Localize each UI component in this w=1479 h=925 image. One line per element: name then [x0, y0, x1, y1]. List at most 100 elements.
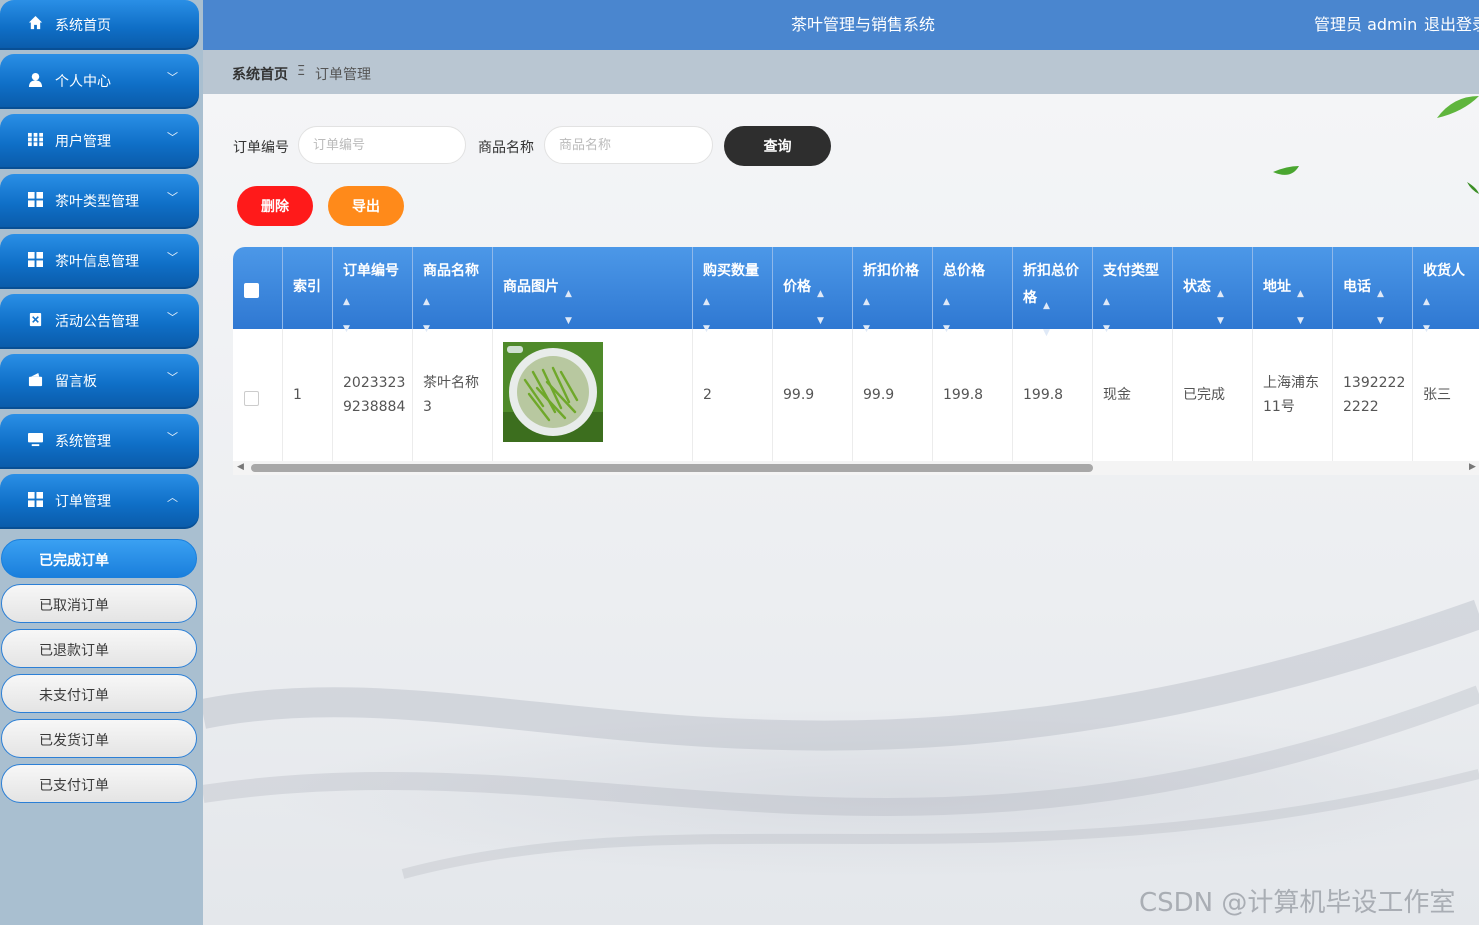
- current-user: 管理员 admin: [1314, 15, 1418, 34]
- sidebar: 系统首页 个人中心 ﹀ 用户管理 ﹀ 茶叶类型管理 ﹀ 茶叶信息管理 ﹀ 活动公…: [0, 0, 203, 925]
- select-all-checkbox[interactable]: [244, 283, 259, 298]
- cell-total-price: 199.8: [933, 329, 1013, 461]
- chevron-down-icon: ﹀: [167, 251, 178, 264]
- column-header-index[interactable]: 索引: [283, 247, 333, 329]
- row-checkbox[interactable]: [244, 391, 259, 406]
- column-header-phone[interactable]: 电话 ▲ ▼: [1333, 247, 1413, 329]
- sub-item-label: 未支付订单: [39, 688, 109, 704]
- cell-text: 1: [293, 387, 302, 403]
- sub-item-paid-orders[interactable]: 已支付订单: [1, 764, 197, 803]
- sub-item-refunded-orders[interactable]: 已退款订单: [1, 629, 197, 668]
- scrollbar-thumb[interactable]: [251, 464, 1093, 472]
- column-header-discount-total[interactable]: 折扣总价格 ▲ ▼: [1013, 247, 1093, 338]
- column-header-receiver[interactable]: 收货人 ▲ ▼: [1413, 247, 1479, 334]
- grid-icon: [28, 252, 43, 267]
- query-button[interactable]: 查询: [724, 126, 831, 166]
- cell-text: 2222: [1343, 399, 1379, 415]
- sub-item-unpaid-orders[interactable]: 未支付订单: [1, 674, 197, 713]
- breadcrumb-home[interactable]: 系统首页: [232, 64, 288, 84]
- cell-text: 99.9: [863, 387, 895, 403]
- cell-text: 199.8: [943, 387, 984, 403]
- column-header-address[interactable]: 地址 ▲ ▼: [1253, 247, 1333, 329]
- product-thumbnail-image[interactable]: [503, 342, 603, 442]
- column-header-discount-price[interactable]: 折扣价格 ▲ ▼: [853, 247, 933, 334]
- cell-text: 张三: [1423, 387, 1451, 403]
- sub-item-completed-orders[interactable]: 已完成订单: [1, 539, 197, 578]
- header-label: 索引: [293, 279, 321, 295]
- cell-text: 现金: [1103, 387, 1131, 403]
- sub-item-label: 已发货订单: [39, 733, 109, 749]
- header-label: 格: [1023, 290, 1037, 306]
- cell-pay-type: 现金: [1093, 329, 1173, 461]
- grid-icon: [28, 492, 43, 507]
- header-label: 商品名称: [423, 263, 479, 279]
- cell-text: 已完成: [1183, 387, 1225, 403]
- sidebar-item-users[interactable]: 用户管理 ﹀: [0, 114, 199, 169]
- column-header-total-price[interactable]: 总价格 ▲ ▼: [933, 247, 1013, 334]
- sort-icon[interactable]: ▲ ▼: [1297, 281, 1304, 335]
- sort-icon[interactable]: ▲ ▼: [1377, 281, 1384, 335]
- sidebar-item-label: 茶叶信息管理: [55, 254, 139, 270]
- scroll-left-arrow-icon[interactable]: ◀: [237, 462, 244, 472]
- sidebar-item-tea-info[interactable]: 茶叶信息管理 ﹀: [0, 234, 199, 289]
- sidebar-item-tea-types[interactable]: 茶叶类型管理 ﹀: [0, 174, 199, 229]
- export-button[interactable]: 导出: [328, 186, 404, 226]
- delete-button[interactable]: 删除: [237, 186, 313, 226]
- cell-text: 上海浦东: [1263, 375, 1319, 391]
- cell-discount-total: 199.8: [1013, 329, 1093, 461]
- column-header-product-image[interactable]: 商品图片 ▲ ▼: [493, 247, 693, 329]
- column-header-order-no[interactable]: 订单编号 ▲ ▼: [333, 247, 413, 334]
- column-header-pay-type[interactable]: 支付类型 ▲ ▼: [1093, 247, 1173, 334]
- sub-item-label: 已支付订单: [39, 778, 109, 794]
- header-label: 商品图片: [503, 279, 559, 295]
- sidebar-item-announcements[interactable]: 活动公告管理 ﹀: [0, 294, 199, 349]
- column-header-quantity[interactable]: 购买数量 ▲ ▼: [693, 247, 773, 334]
- product-name-input[interactable]: [544, 126, 713, 164]
- chevron-down-icon: ﹀: [167, 191, 178, 204]
- sub-item-label: 已退款订单: [39, 643, 109, 659]
- sidebar-item-profile[interactable]: 个人中心 ﹀: [0, 54, 199, 109]
- sort-icon[interactable]: ▲ ▼: [565, 281, 572, 335]
- cell-text: 99.9: [783, 387, 815, 403]
- cell-quantity: 2: [693, 329, 773, 461]
- sub-item-cancelled-orders[interactable]: 已取消订单: [1, 584, 197, 623]
- sub-item-shipped-orders[interactable]: 已发货订单: [1, 719, 197, 758]
- leaf-decoration: [1467, 182, 1479, 194]
- leaf-decoration: [1437, 96, 1479, 118]
- sidebar-item-label: 订单管理: [55, 494, 111, 510]
- sort-icon[interactable]: ▲ ▼: [1217, 281, 1224, 335]
- cell-receiver: 张三: [1413, 329, 1479, 461]
- sidebar-item-messages[interactable]: 留言板 ﹀: [0, 354, 199, 409]
- header-select-cell: [233, 247, 283, 329]
- breadcrumb-current: 订单管理: [315, 67, 371, 83]
- cell-text: 11号: [1263, 399, 1295, 415]
- sidebar-item-system[interactable]: 系统管理 ﹀: [0, 414, 199, 469]
- horizontal-scrollbar[interactable]: ◀ ▶: [233, 461, 1479, 475]
- cell-text: 2023323: [343, 375, 406, 391]
- cell-text: 9238884: [343, 399, 406, 415]
- header-label: 价格: [783, 279, 811, 295]
- monitor-icon: [28, 432, 43, 447]
- orders-table: 索引 订单编号 ▲ ▼ 商品名称 ▲ ▼ 商品图片 ▲ ▼ 购买数量 ▲ ▼ 价格 ▲ ▼ 折扣价格…: [233, 247, 1479, 461]
- header-label: 地址: [1263, 279, 1291, 295]
- cell-text: 茶叶名称: [423, 375, 479, 391]
- scroll-right-arrow-icon[interactable]: ▶: [1469, 462, 1476, 472]
- column-header-status[interactable]: 状态 ▲ ▼: [1173, 247, 1253, 329]
- header-label: 收货人: [1423, 263, 1465, 279]
- header-label: 支付类型: [1103, 263, 1159, 279]
- sidebar-item-orders[interactable]: 订单管理 ︿: [0, 474, 199, 529]
- column-header-product-name[interactable]: 商品名称 ▲ ▼: [413, 247, 493, 334]
- sort-icon[interactable]: ▲ ▼: [817, 281, 824, 335]
- chevron-down-icon: ﹀: [167, 311, 178, 324]
- sidebar-item-label: 活动公告管理: [55, 314, 139, 330]
- order-no-input[interactable]: [298, 126, 466, 164]
- logout-link[interactable]: 退出登录: [1424, 11, 1479, 35]
- sidebar-item-home[interactable]: 系统首页: [0, 0, 199, 50]
- column-header-price[interactable]: 价格 ▲ ▼: [773, 247, 853, 329]
- sidebar-item-label: 留言板: [55, 374, 97, 390]
- chevron-up-icon: ︿: [167, 491, 178, 504]
- cell-status: 已完成: [1173, 329, 1253, 461]
- grid-icon: [28, 192, 43, 207]
- cell-text: 199.8: [1023, 387, 1064, 403]
- cell-price: 99.9: [773, 329, 853, 461]
